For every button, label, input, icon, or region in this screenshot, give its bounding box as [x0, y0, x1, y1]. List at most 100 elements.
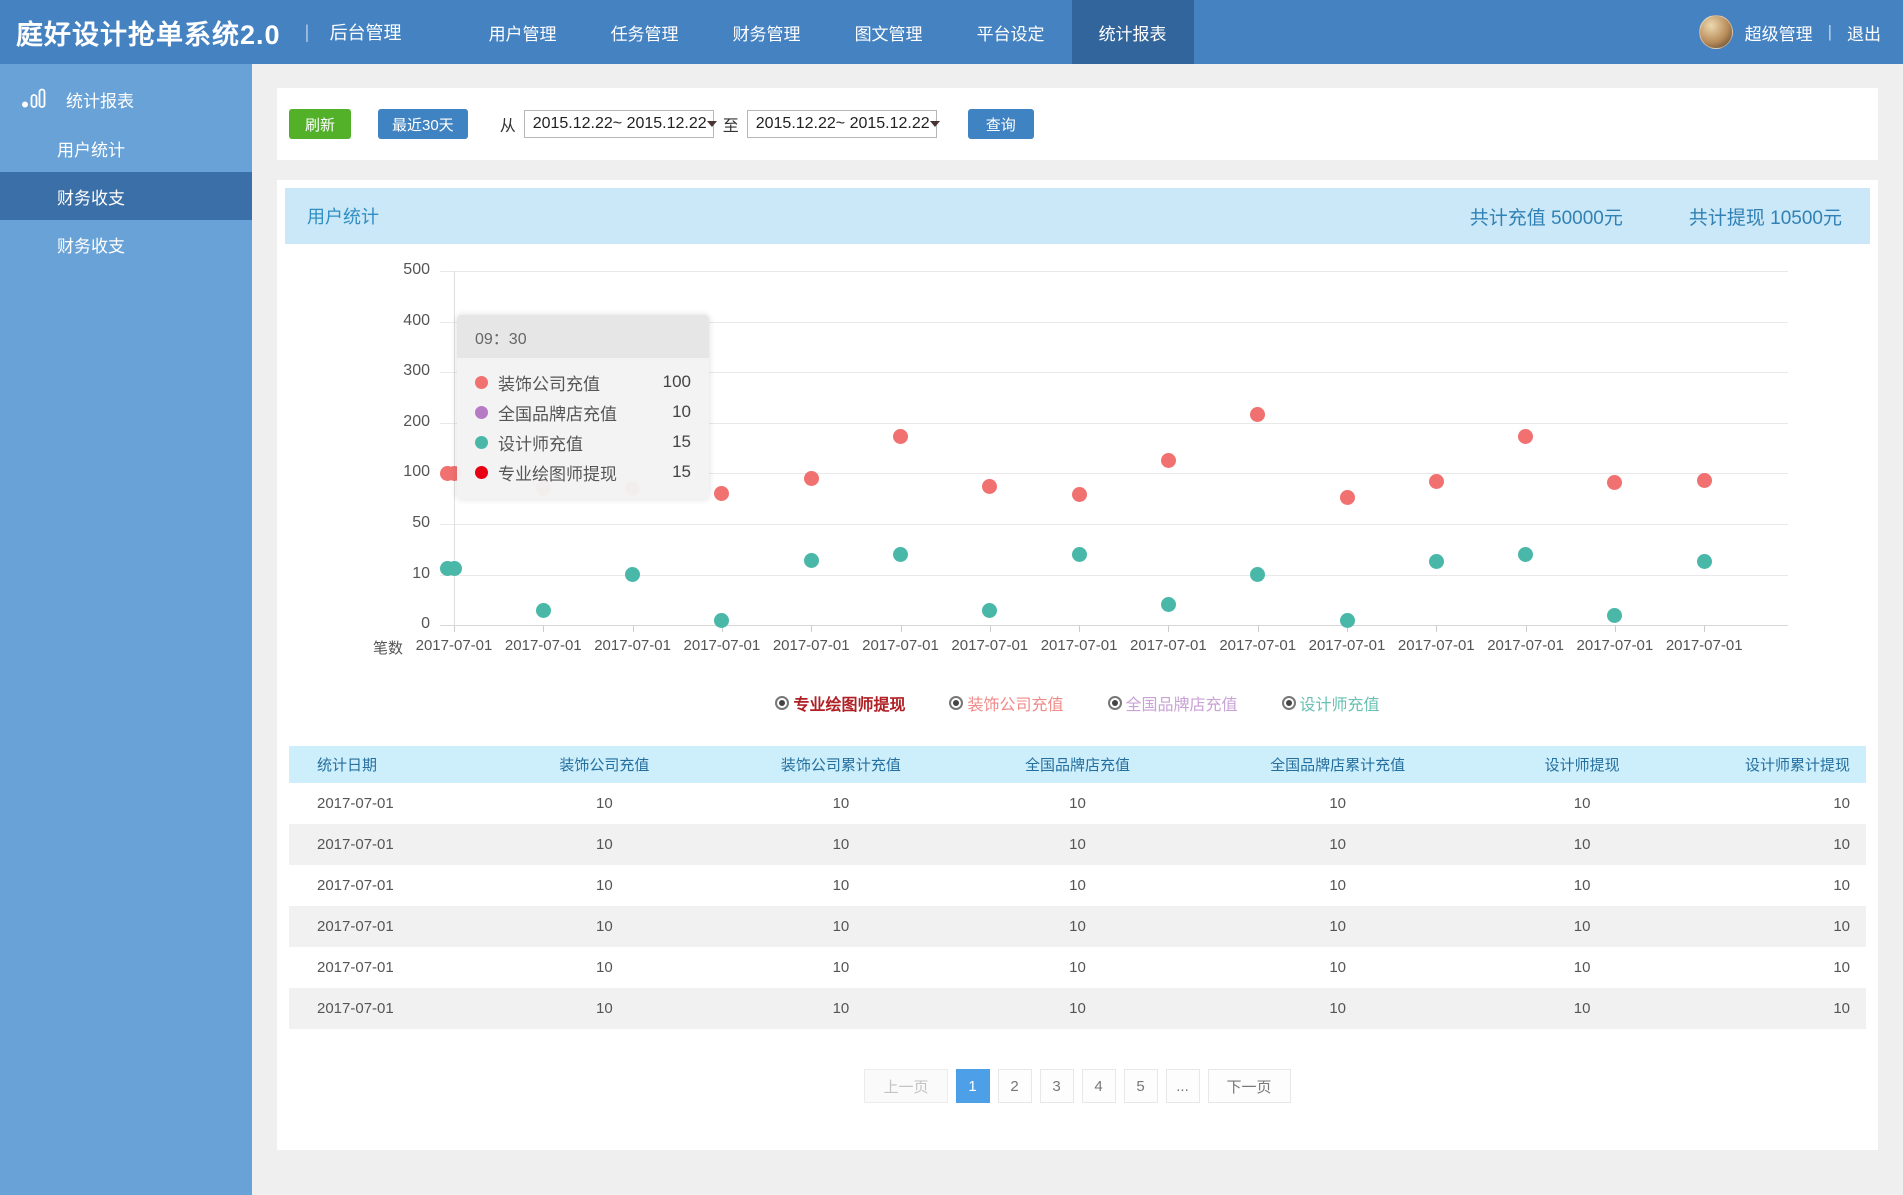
x-axis-tick: [1614, 626, 1616, 632]
gridline: [440, 524, 1788, 525]
table-cell: 10: [1329, 795, 1346, 812]
tooltip-row: 装饰公司充值 100: [475, 367, 691, 397]
table-header-cell: 装饰公司累计充值: [780, 757, 901, 774]
table-cell: 10: [1069, 877, 1086, 894]
table-cell: 10: [1329, 918, 1346, 935]
table-cell: 10: [1573, 836, 1591, 853]
table-cell: 2017-07-01: [317, 795, 394, 812]
series-color-dot: [475, 375, 488, 389]
scatter-dot: [1696, 554, 1712, 570]
y-axis-tick-label: 200: [403, 412, 430, 430]
x-axis-tick: [454, 626, 455, 632]
sidebar: 统计报表 用户统计 财务收支 财务收支: [0, 64, 252, 1195]
scatter-dot: [1071, 546, 1087, 562]
x-axis-tick: [1079, 626, 1081, 632]
last-30-days-button[interactable]: 最近30天: [378, 109, 468, 139]
sidebar-item-财务收支[interactable]: 财务收支: [0, 220, 252, 268]
table-cell: 10: [832, 918, 850, 935]
scatter-dot: [714, 486, 730, 502]
refresh-button[interactable]: 刷新: [289, 109, 351, 139]
tooltip-row: 设计师充值 15: [475, 427, 691, 457]
next-page-button[interactable]: 下一页: [1207, 1069, 1291, 1103]
table-cell: 10: [596, 918, 613, 935]
query-button[interactable]: 查询: [967, 109, 1034, 139]
table-cell: 2017-07-01: [317, 959, 394, 976]
topnav-right: 超级管理 | 退出: [1698, 15, 1881, 49]
user-name[interactable]: 超级管理: [1745, 20, 1813, 45]
table-cell: 10: [1069, 959, 1086, 976]
x-axis-tick-label: 2017-07-01: [1576, 637, 1654, 654]
radio-icon: [949, 696, 964, 710]
legend-item-设计师充值[interactable]: 设计师充值: [1281, 691, 1380, 715]
sidebar-item-用户统计[interactable]: 用户统计: [0, 124, 252, 172]
x-axis-tick-label: 2017-07-01: [1397, 637, 1475, 654]
page-button-4[interactable]: 4: [1081, 1069, 1116, 1103]
app-logo: 庭好设计抢单系统2.0: [16, 19, 281, 50]
y-axis-tick-label: 10: [412, 564, 430, 582]
table-row: 2017-07-01 10 10 10 10 10 10: [289, 865, 1866, 906]
table-cell: 10: [1329, 836, 1346, 853]
x-axis-tick-label: 2017-07-01: [1487, 637, 1564, 654]
scatter-dot: [1696, 472, 1712, 488]
app-subtitle: 后台管理: [329, 23, 402, 43]
radio-icon: [1107, 696, 1122, 710]
legend-item-装饰公司充值[interactable]: 装饰公司充值: [949, 691, 1064, 715]
chart-tooltip: 09：30 装饰公司充值 100 全国品牌店充值 10 设计师充值 15 专业绘图师提现 15: [457, 315, 709, 499]
nav-item-财务管理[interactable]: 财务管理: [706, 0, 828, 64]
sidebar-item-财务收支[interactable]: 财务收支: [0, 172, 252, 220]
avatar[interactable]: [1698, 15, 1733, 49]
nav-item-任务管理[interactable]: 任务管理: [584, 0, 706, 64]
table-cell: 10: [1833, 877, 1850, 894]
logo-separator: 丨: [297, 23, 317, 45]
x-axis-tick-label: 2017-07-01: [1130, 637, 1207, 654]
x-axis-tick: [811, 626, 813, 632]
table-cell: 10: [1069, 918, 1086, 935]
from-label: 从: [499, 118, 516, 135]
nav-item-用户管理[interactable]: 用户管理: [462, 0, 584, 64]
page-button-5[interactable]: 5: [1123, 1069, 1158, 1103]
legend-item-专业绘图师提现[interactable]: 专业绘图师提现: [775, 691, 905, 715]
tooltip-series-label: 设计师充值: [498, 434, 583, 454]
tooltip-series-label: 专业绘图师提现: [498, 464, 617, 484]
tooltip-series-value: 10: [672, 402, 691, 421]
nav-item-图文管理[interactable]: 图文管理: [828, 0, 950, 64]
legend-label: 专业绘图师提现: [793, 697, 906, 714]
page-button-2[interactable]: 2: [997, 1069, 1032, 1103]
panel-totals: 共计充值 50000元 共计提现 10500元: [1470, 203, 1842, 230]
scatter-dot: [1607, 475, 1623, 490]
nav-item-统计报表[interactable]: 统计报表: [1071, 0, 1194, 64]
logout-link[interactable]: 退出: [1847, 20, 1881, 45]
prev-page-button[interactable]: 上一页: [864, 1069, 948, 1103]
legend-label: 设计师充值: [1299, 697, 1380, 714]
series-color-dot: [475, 465, 488, 479]
x-axis-tick: [1257, 626, 1259, 632]
tooltip-series-value: 15: [672, 432, 691, 451]
table-cell: 10: [1573, 918, 1591, 935]
x-axis-tick-label: 2017-07-01: [862, 637, 939, 654]
table-header-row: 统计日期 装饰公司充值 装饰公司累计充值 全国品牌店充值 全国品牌店累计充值 设计师提现 设…: [289, 746, 1866, 783]
radio-icon: [775, 696, 790, 710]
to-date-select[interactable]: 2015.12.22~ 2015.12.22: [746, 110, 940, 138]
y-axis-tick-label: 50: [412, 514, 430, 531]
page-button-3[interactable]: 3: [1039, 1069, 1074, 1103]
scatter-dot: [982, 479, 998, 495]
table-cell: 10: [832, 877, 850, 894]
page-button-1[interactable]: 1: [955, 1069, 990, 1103]
table-cell: 10: [1069, 1000, 1086, 1017]
page-button-...[interactable]: ...: [1165, 1069, 1200, 1103]
panel-header: 用户统计 共计充值 50000元 共计提现 10500元: [285, 188, 1870, 244]
scatter-dot: [1250, 407, 1266, 423]
table-row: 2017-07-01 10 10 10 10 10 10: [289, 988, 1866, 1029]
table-row: 2017-07-01 10 10 10 10 10 10: [289, 947, 1866, 988]
x-axis-tick: [632, 626, 634, 632]
from-date-select[interactable]: 2015.12.22~ 2015.12.22: [523, 110, 717, 138]
scatter-dot: [625, 567, 641, 583]
table-cell: 10: [596, 795, 613, 812]
table-header-cell: 装饰公司充值: [559, 757, 650, 774]
sidebar-section-statistics[interactable]: 统计报表: [0, 74, 252, 124]
table-row: 2017-07-01 10 10 10 10 10 10: [289, 783, 1866, 824]
nav-item-平台设定[interactable]: 平台设定: [950, 0, 1072, 64]
scatter-dot: [1071, 487, 1087, 503]
legend-item-全国品牌店充值[interactable]: 全国品牌店充值: [1107, 691, 1238, 715]
table-header-cell: 统计日期: [317, 757, 378, 774]
